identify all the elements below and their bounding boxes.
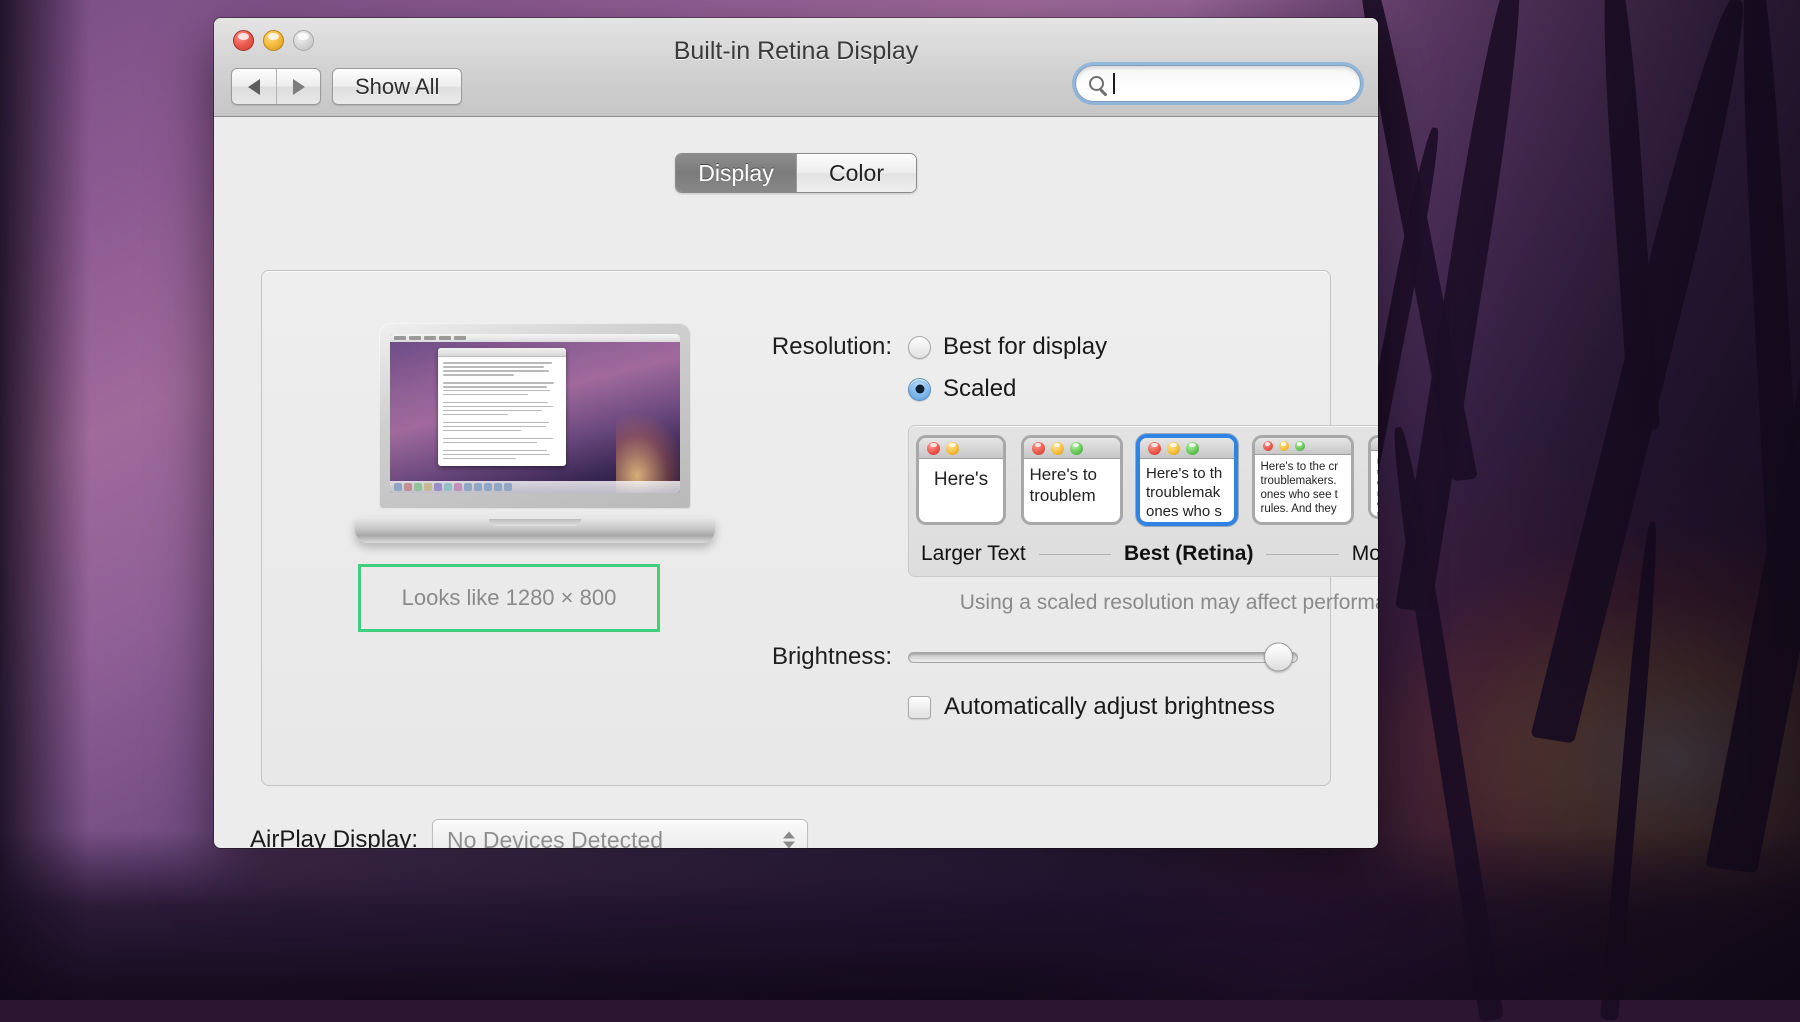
resolution-label: Resolution: xyxy=(736,333,908,361)
wheat-stalk-silhouette xyxy=(1735,0,1800,651)
minimize-dot-icon xyxy=(946,442,959,455)
displays-preferences-window: Built-in Retina Display Show All Display… xyxy=(214,18,1378,848)
updown-chevron-icon xyxy=(783,832,795,849)
macbook-illustration xyxy=(355,323,715,543)
resolution-thumbnail-selected[interactable]: Here's to th troublemak ones who s xyxy=(1140,438,1234,522)
resolution-section: Resolution: Best for display Scaled xyxy=(736,333,1302,721)
minimize-dot-icon xyxy=(1051,442,1064,455)
zoom-dot-icon xyxy=(1295,441,1305,451)
resolution-option-scaled[interactable]: Scaled xyxy=(736,375,1302,403)
thumbnail-titlebar xyxy=(1255,438,1351,455)
resolution-option-best[interactable]: Resolution: Best for display xyxy=(736,333,1302,361)
forward-button[interactable] xyxy=(276,69,320,104)
resolution-thumbnail[interactable]: Here's to troublem xyxy=(1024,438,1120,522)
thumbnail-titlebar xyxy=(919,438,1003,459)
search-icon xyxy=(1089,76,1104,91)
zoom-dot-icon xyxy=(1186,442,1199,455)
thumbnail-text: Here's to th troublemak ones who s xyxy=(1140,459,1234,521)
minimize-dot-icon xyxy=(1167,442,1180,455)
looks-like-annotation: Looks like 1280 × 800 xyxy=(358,564,660,632)
window-body: Display Color xyxy=(214,117,1378,848)
back-button[interactable] xyxy=(232,69,276,104)
brightness-label: Brightness: xyxy=(736,643,908,671)
forward-arrow-icon xyxy=(293,79,305,95)
minimize-dot-icon xyxy=(1279,441,1289,451)
scale-label-best-retina: Best (Retina) xyxy=(1124,542,1254,566)
brightness-row: Brightness: xyxy=(736,643,1302,671)
thumbnail-titlebar xyxy=(1371,438,1378,451)
radio-best-for-display[interactable] xyxy=(908,336,931,359)
auto-brightness-row[interactable]: Automatically adjust brightness xyxy=(908,693,1302,721)
radio-scaled-label: Scaled xyxy=(943,375,1016,403)
thumbnail-text: Here's to the crazy one troublemakers. T… xyxy=(1371,451,1378,516)
thumbnail-text: Here's xyxy=(919,459,1003,491)
scale-divider-line xyxy=(1039,554,1111,555)
radio-scaled[interactable] xyxy=(908,378,931,401)
screen-dock xyxy=(390,481,680,493)
close-dot-icon xyxy=(927,442,940,455)
close-dot-icon xyxy=(1148,442,1161,455)
show-all-button[interactable]: Show All xyxy=(332,68,462,105)
resolution-thumbnails-box: Here's Here's to troublem xyxy=(908,425,1378,577)
tab-bar: Display Color xyxy=(675,153,917,193)
brightness-slider-knob[interactable] xyxy=(1264,643,1293,672)
wallpaper-bottom-shadow xyxy=(0,830,1800,1000)
display-settings-panel: Looks like 1280 × 800 Resolution: Best f… xyxy=(261,270,1331,786)
document-window-titlebar xyxy=(438,348,566,357)
scale-label-more-space: More Space xyxy=(1352,542,1378,566)
airplay-display-label: AirPlay Display: xyxy=(250,826,418,848)
brightness-slider[interactable] xyxy=(908,652,1298,663)
wheat-stalk-silhouette xyxy=(1597,0,1660,431)
scale-label-larger-text: Larger Text xyxy=(921,542,1026,566)
resolution-thumbnail[interactable]: Here's to the crazy one troublemakers. T… xyxy=(1371,438,1378,516)
thumbnail-titlebar xyxy=(1024,438,1120,459)
airplay-display-row: AirPlay Display: No Devices Detected xyxy=(250,819,808,848)
macbook-screen xyxy=(390,334,680,493)
resolution-thumbnails-row: Here's Here's to troublem xyxy=(919,438,1378,526)
thumbnail-text: Here's to troublem xyxy=(1024,459,1120,506)
close-dot-icon xyxy=(1263,441,1273,451)
back-arrow-icon xyxy=(248,79,260,95)
wheat-stalk-silhouette xyxy=(1386,426,1504,1022)
resolution-thumbnail[interactable]: Here's to the cr troublemakers. ones who… xyxy=(1255,438,1351,522)
screen-menubar xyxy=(390,334,680,342)
wheat-stalk-silhouette xyxy=(1530,0,1758,743)
macbook-lid xyxy=(379,323,691,509)
thumbnail-titlebar xyxy=(1140,438,1234,459)
search-field[interactable] xyxy=(1075,65,1361,102)
auto-adjust-brightness-label: Automatically adjust brightness xyxy=(944,693,1275,721)
document-window-icon xyxy=(438,348,566,466)
scaled-resolution-hint: Using a scaled resolution may affect per… xyxy=(908,591,1378,615)
radio-best-for-display-label: Best for display xyxy=(943,333,1107,361)
window-titlebar: Built-in Retina Display Show All xyxy=(214,18,1378,117)
menubar-items-icon xyxy=(394,336,466,340)
wheat-stalk-silhouette xyxy=(1395,0,1531,612)
wallpaper-left-shadow xyxy=(0,0,90,1000)
text-caret xyxy=(1113,73,1115,94)
navigation-buttons xyxy=(231,68,321,105)
tab-color[interactable]: Color xyxy=(796,154,916,192)
looks-like-label: Looks like 1280 × 800 xyxy=(402,585,617,611)
resolution-thumbnail[interactable]: Here's xyxy=(919,438,1003,522)
airplay-display-dropdown[interactable]: No Devices Detected xyxy=(432,819,808,848)
scale-divider-line xyxy=(1266,554,1338,555)
zoom-dot-icon xyxy=(1070,442,1083,455)
close-dot-icon xyxy=(1032,442,1045,455)
thumbnail-text: Here's to the cr troublemakers. ones who… xyxy=(1255,455,1351,516)
wheat-stalk-silhouette xyxy=(1600,521,1662,1021)
tab-display[interactable]: Display xyxy=(676,154,796,192)
scale-labels: Larger Text Best (Retina) More Space xyxy=(921,542,1378,566)
document-text-lines xyxy=(438,357,566,459)
window-title: Built-in Retina Display xyxy=(214,37,1378,66)
wheat-stalk-silhouette xyxy=(1705,1,1800,873)
macbook-base xyxy=(355,517,715,543)
checkbox-auto-adjust-brightness[interactable] xyxy=(908,696,931,719)
airplay-selected-option: No Devices Detected xyxy=(447,827,663,849)
